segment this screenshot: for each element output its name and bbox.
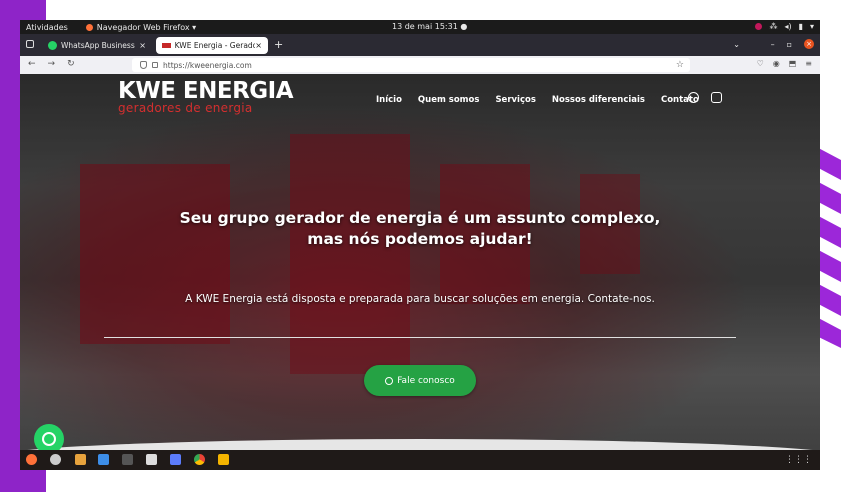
chrome-icon[interactable] — [194, 454, 205, 465]
whatsapp-icon[interactable] — [688, 92, 699, 103]
lock-icon[interactable] — [152, 62, 158, 68]
system-top-bar: Atividades Navegador Web Firefox ▾ 13 de… — [20, 20, 820, 34]
document-icon[interactable] — [218, 454, 229, 465]
whatsapp-icon — [385, 376, 394, 385]
account-icon[interactable]: ◉ — [773, 59, 780, 68]
whatsapp-icon — [42, 432, 56, 446]
site-nav: Início Quem somos Serviços Nossos difere… — [376, 95, 699, 105]
system-tray[interactable]: ⁂ ◂) ▮ ▾ — [755, 22, 814, 31]
tab-close-icon[interactable]: × — [255, 41, 262, 50]
site-logo[interactable]: KWE ENERGIA geradores de energia — [118, 78, 294, 114]
volume-icon[interactable]: ◂) — [784, 22, 791, 31]
tab-list-icon[interactable] — [26, 40, 34, 48]
tab-whatsapp[interactable]: WhatsApp Business × — [42, 37, 152, 54]
reload-icon[interactable]: ↻ — [67, 59, 75, 69]
firefox-small-icon — [85, 23, 93, 31]
bookmark-star-icon[interactable]: ☆ — [676, 60, 684, 70]
terminal-icon[interactable] — [122, 454, 133, 465]
firefox-icon[interactable] — [26, 454, 37, 465]
menu-icon[interactable]: ≡ — [805, 59, 812, 68]
minimize-button[interactable]: – — [771, 40, 775, 49]
cta-label: Fale conosco — [397, 375, 455, 386]
network-icon[interactable]: ⁂ — [769, 22, 777, 31]
nav-item-diferenciais[interactable]: Nossos diferenciais — [552, 95, 645, 105]
browser-nav-bar: ← → ↻ https://kweenergia.com ☆ ♡ ◉ ⬒ ≡ — [20, 56, 820, 74]
fale-conosco-button[interactable]: Fale conosco — [364, 365, 476, 396]
activities-button[interactable]: Atividades — [26, 23, 68, 32]
website-hero: KWE ENERGIA geradores de energia Início … — [20, 74, 820, 450]
browser-tab-strip: WhatsApp Business × KWE Energia - Gerado… — [20, 34, 820, 56]
maximize-button[interactable]: ▫ — [787, 40, 792, 49]
window-icon[interactable] — [146, 454, 157, 465]
nav-item-inicio[interactable]: Início — [376, 95, 402, 105]
social-links — [688, 92, 722, 103]
notification-icon[interactable] — [755, 23, 763, 30]
nav-item-quem-somos[interactable]: Quem somos — [418, 95, 480, 105]
clock[interactable]: 13 de mai 15:31 ● — [392, 22, 467, 31]
kwe-tab-icon — [162, 43, 171, 48]
extensions-icon[interactable]: ⬒ — [789, 59, 797, 68]
url-bar[interactable]: https://kweenergia.com ☆ — [132, 58, 690, 72]
app-grid-icon[interactable]: ⋮⋮⋮ — [785, 455, 812, 465]
url-text[interactable]: https://kweenergia.com — [163, 61, 252, 70]
desktop-screenshot: Atividades Navegador Web Firefox ▾ 13 de… — [20, 20, 820, 470]
headline-line-2: mas nós podemos ajudar! — [307, 230, 533, 248]
whatsapp-float-button[interactable] — [34, 424, 64, 450]
hero-subline: A KWE Energia está disposta e preparada … — [185, 293, 655, 305]
app-menu[interactable]: Navegador Web Firefox ▾ — [85, 22, 197, 32]
pocket-icon[interactable]: ♡ — [757, 59, 764, 68]
tracking-shield-icon[interactable] — [140, 61, 147, 69]
forward-icon[interactable]: → — [48, 59, 56, 69]
tab-label: WhatsApp Business — [61, 41, 135, 50]
tab-overflow-icon[interactable]: ⌄ — [733, 40, 740, 49]
hero-divider — [104, 337, 736, 338]
window-controls: – ▫ × — [771, 39, 814, 49]
text-editor-icon[interactable] — [170, 454, 181, 465]
instagram-icon[interactable] — [711, 92, 722, 103]
close-window-button[interactable]: × — [804, 39, 814, 49]
docs-icon[interactable] — [98, 454, 109, 465]
files-icon[interactable] — [75, 454, 86, 465]
battery-icon[interactable]: ▮ — [799, 22, 803, 31]
nav-buttons: ← → ↻ — [28, 59, 75, 69]
back-icon[interactable]: ← — [28, 59, 36, 69]
app-menu-label: Navegador Web Firefox ▾ — [96, 22, 197, 32]
tab-close-icon[interactable]: × — [139, 41, 146, 50]
new-tab-button[interactable]: + — [274, 38, 283, 51]
toolbar-right: ♡ ◉ ⬒ ≡ — [757, 59, 812, 68]
whatsapp-tab-icon — [48, 41, 57, 50]
chevron-down-icon[interactable]: ▾ — [810, 22, 814, 31]
settings-icon[interactable] — [50, 454, 61, 465]
headline-line-1: Seu grupo gerador de energia é um assunt… — [179, 209, 661, 227]
tab-kwe-energia[interactable]: KWE Energia - Geradores × — [156, 37, 268, 54]
ubuntu-dock: ⋮⋮⋮ — [20, 450, 820, 470]
nav-item-servicos[interactable]: Serviços — [495, 95, 535, 105]
hero-headline: Seu grupo gerador de energia é um assunt… — [20, 208, 820, 250]
tab-label: KWE Energia - Geradores — [174, 41, 256, 50]
